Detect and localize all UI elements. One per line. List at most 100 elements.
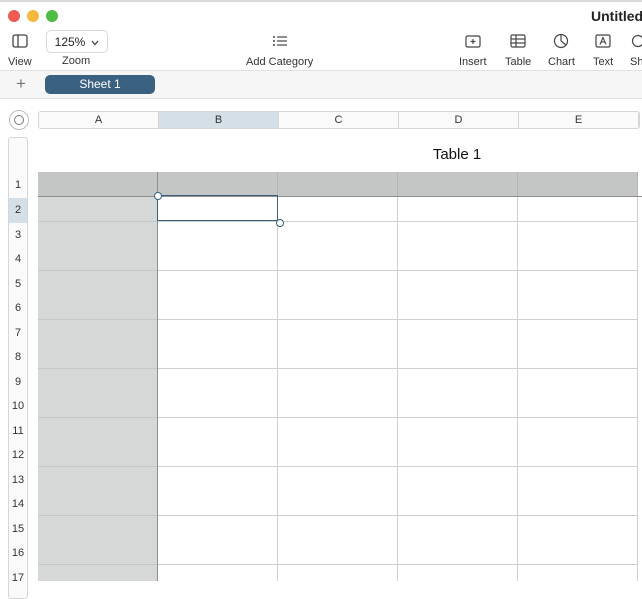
cell-a15[interactable] xyxy=(38,515,158,541)
chart-button[interactable]: Chart xyxy=(548,31,575,68)
column-header-d[interactable]: D xyxy=(399,112,519,128)
cell-b17[interactable] xyxy=(158,564,278,581)
cell-d6[interactable] xyxy=(398,295,518,320)
column-header-b[interactable]: B xyxy=(159,112,279,128)
cell-d14[interactable] xyxy=(398,491,518,516)
cell-b8[interactable] xyxy=(158,344,278,369)
cell-d8[interactable] xyxy=(398,344,518,369)
cell-c11[interactable] xyxy=(278,417,398,443)
cell-e1[interactable] xyxy=(518,172,638,198)
cell-d3[interactable] xyxy=(398,221,518,247)
row-header-2[interactable]: 2 xyxy=(9,198,27,223)
selected-cell[interactable] xyxy=(157,195,278,221)
cell-e2[interactable] xyxy=(518,197,638,222)
cell-a14[interactable] xyxy=(38,491,158,516)
cell-d13[interactable] xyxy=(398,466,518,492)
cell-e12[interactable] xyxy=(518,442,638,467)
row-header-10[interactable]: 10 xyxy=(9,394,27,419)
cell-e5[interactable] xyxy=(518,270,638,296)
cell-a7[interactable] xyxy=(38,319,158,345)
cell-a5[interactable] xyxy=(38,270,158,296)
cell-b5[interactable] xyxy=(158,270,278,296)
cell-d17[interactable] xyxy=(398,564,518,581)
cell-b6[interactable] xyxy=(158,295,278,320)
cell-c4[interactable] xyxy=(278,246,398,271)
cell-b13[interactable] xyxy=(158,466,278,492)
cell-e9[interactable] xyxy=(518,368,638,394)
view-button[interactable]: View xyxy=(8,31,32,68)
shape-button[interactable]: Sh xyxy=(630,31,642,68)
cell-c6[interactable] xyxy=(278,295,398,320)
row-header-16[interactable]: 16 xyxy=(9,541,27,566)
cell-d5[interactable] xyxy=(398,270,518,296)
cell-a11[interactable] xyxy=(38,417,158,443)
cell-a13[interactable] xyxy=(38,466,158,492)
row-header-1[interactable]: 1 xyxy=(9,173,27,198)
cell-d16[interactable] xyxy=(398,540,518,565)
row-header-6[interactable]: 6 xyxy=(9,296,27,321)
cell-c16[interactable] xyxy=(278,540,398,565)
cell-d2[interactable] xyxy=(398,197,518,222)
cell-a12[interactable] xyxy=(38,442,158,467)
cell-b11[interactable] xyxy=(158,417,278,443)
cell-d10[interactable] xyxy=(398,393,518,418)
cell-e3[interactable] xyxy=(518,221,638,247)
cell-b7[interactable] xyxy=(158,319,278,345)
cell-b16[interactable] xyxy=(158,540,278,565)
cell-c2[interactable] xyxy=(278,197,398,222)
add-sheet-button[interactable]: + xyxy=(16,74,26,94)
cell-e11[interactable] xyxy=(518,417,638,443)
cell-e6[interactable] xyxy=(518,295,638,320)
close-window-button[interactable] xyxy=(8,10,20,22)
cell-a2[interactable] xyxy=(38,197,158,222)
cell-b9[interactable] xyxy=(158,368,278,394)
cell-b3[interactable] xyxy=(158,221,278,247)
cell-b10[interactable] xyxy=(158,393,278,418)
cell-e7[interactable] xyxy=(518,319,638,345)
cell-c17[interactable] xyxy=(278,564,398,581)
row-header-8[interactable]: 8 xyxy=(9,345,27,370)
row-header-4[interactable]: 4 xyxy=(9,247,27,272)
cell-a8[interactable] xyxy=(38,344,158,369)
cell-b1[interactable] xyxy=(158,172,278,198)
cell-b15[interactable] xyxy=(158,515,278,541)
table-title[interactable]: Table 1 xyxy=(377,146,537,163)
cell-e17[interactable] xyxy=(518,564,638,581)
row-header-17[interactable]: 17 xyxy=(9,566,27,591)
cell-e15[interactable] xyxy=(518,515,638,541)
cell-c1[interactable] xyxy=(278,172,398,198)
cell-b14[interactable] xyxy=(158,491,278,516)
column-header-c[interactable]: C xyxy=(279,112,399,128)
row-header-5[interactable]: 5 xyxy=(9,272,27,297)
cell-a10[interactable] xyxy=(38,393,158,418)
cell-d11[interactable] xyxy=(398,417,518,443)
cell-a6[interactable] xyxy=(38,295,158,320)
select-table-button[interactable] xyxy=(9,110,29,130)
cell-c10[interactable] xyxy=(278,393,398,418)
row-header-12[interactable]: 12 xyxy=(9,443,27,468)
fullscreen-window-button[interactable] xyxy=(46,10,58,22)
column-header-a[interactable]: A xyxy=(39,112,159,128)
cell-e4[interactable] xyxy=(518,246,638,271)
cell-d12[interactable] xyxy=(398,442,518,467)
minimize-window-button[interactable] xyxy=(27,10,39,22)
cell-a17[interactable] xyxy=(38,564,158,581)
cell-a9[interactable] xyxy=(38,368,158,394)
sheet-tab-active[interactable]: Sheet 1 xyxy=(45,75,155,94)
cell-d4[interactable] xyxy=(398,246,518,271)
cell-a4[interactable] xyxy=(38,246,158,271)
cell-a3[interactable] xyxy=(38,221,158,247)
cell-c3[interactable] xyxy=(278,221,398,247)
cell-c8[interactable] xyxy=(278,344,398,369)
cell-d15[interactable] xyxy=(398,515,518,541)
column-header-e[interactable]: E xyxy=(519,112,639,128)
cell-c9[interactable] xyxy=(278,368,398,394)
row-header-15[interactable]: 15 xyxy=(9,517,27,542)
cell-d9[interactable] xyxy=(398,368,518,394)
zoom-select[interactable]: 125% xyxy=(46,30,108,53)
row-header-3[interactable]: 3 xyxy=(9,223,27,248)
cell-c14[interactable] xyxy=(278,491,398,516)
row-header-9[interactable]: 9 xyxy=(9,370,27,395)
cell-a1[interactable] xyxy=(38,172,158,198)
row-header-7[interactable]: 7 xyxy=(9,321,27,346)
